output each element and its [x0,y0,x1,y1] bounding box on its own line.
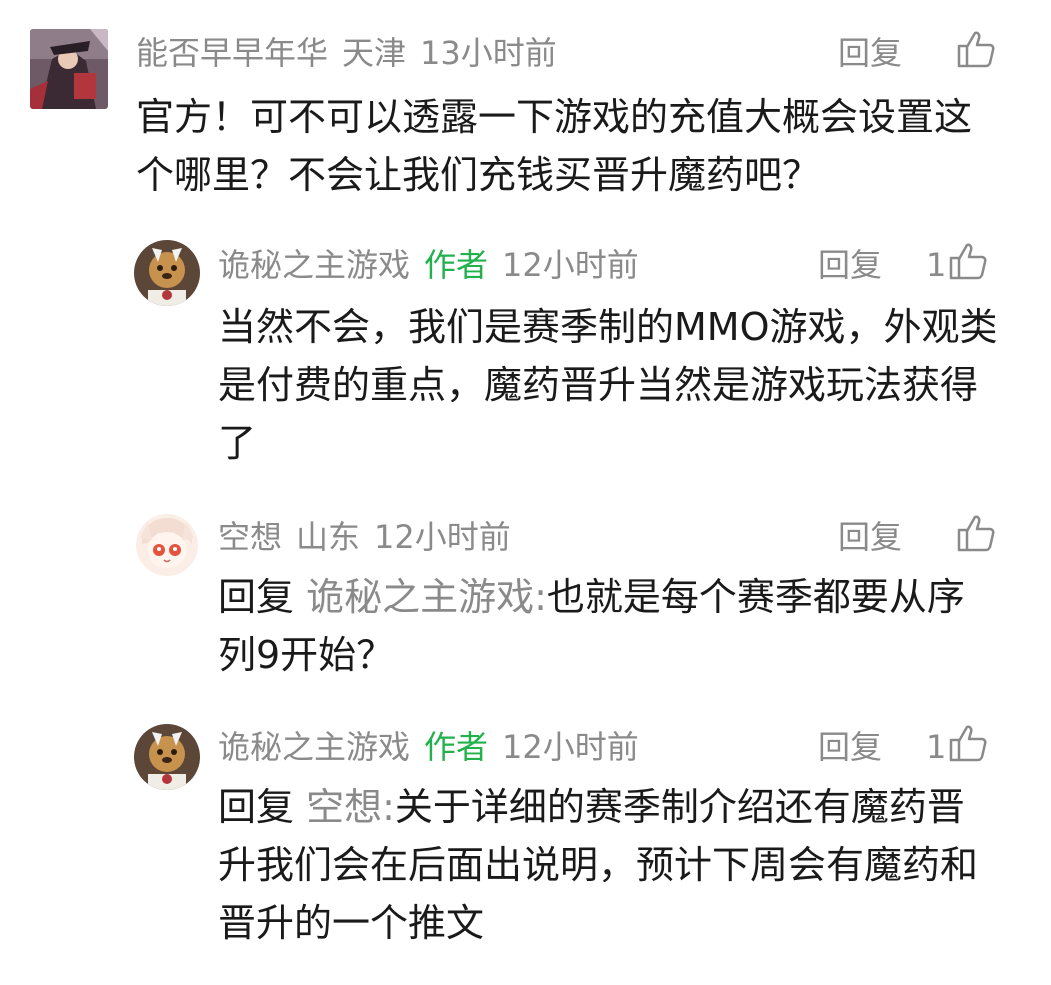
like-count: 1 [926,246,947,284]
reply-target[interactable]: 空想: [306,785,395,829]
comment-text: 回复 诡秘之主游戏:也就是每个赛季都要从序列9开始？ [218,568,998,684]
reply-item: 诡秘之主游戏 作者 12小时前 回复 1 当然不会，我们是赛季制的MMO游戏，外观类… [0,220,1051,496]
thumbs-up-icon [956,513,996,561]
like-button[interactable] [954,28,996,78]
username[interactable]: 能否早早年华 [136,34,328,72]
user-avatar[interactable] [30,29,108,109]
thumbs-up-icon [948,241,988,289]
comment-meta: 诡秘之主游戏 作者 12小时前 [218,722,653,772]
author-tag: 作者 [424,246,489,284]
reply-item: 诡秘之主游戏 作者 12小时前 回复 1 回复 空想:关于详细的赛季制介绍还有魔药晋… [0,706,1051,985]
comment-text: 官方！可不可以透露一下游戏的充值大概会设置这个哪里？不会让我们充钱买晋升魔药吧？ [136,95,973,197]
like-button[interactable]: 1 [926,722,988,772]
timestamp: 12小时前 [374,518,511,556]
username[interactable]: 诡秘之主游戏 [218,246,410,284]
like-button[interactable] [954,512,996,562]
comment-meta: 能否早早年华 天津 13小时前 [136,28,571,78]
timestamp: 12小时前 [502,246,639,284]
reply-button[interactable]: 回复 [838,28,902,78]
comment-meta: 诡秘之主游戏 作者 12小时前 [218,240,653,290]
reply-button[interactable]: 回复 [818,240,882,290]
reply-target[interactable]: 诡秘之主游戏: [306,575,547,619]
timestamp: 12小时前 [502,728,639,766]
timestamp: 13小时前 [420,34,557,72]
comment-text: 回复 空想:关于详细的赛季制介绍还有魔药晋升我们会在后面出说明，预计下周会有魔药… [218,778,998,952]
comment-meta: 空想 山东 12小时前 [218,512,525,562]
reply-prefix: 回复 [218,575,295,619]
author-tag: 作者 [424,728,489,766]
like-count: 1 [926,728,947,766]
author-avatar[interactable] [134,724,200,790]
reply-button[interactable]: 回复 [818,722,882,772]
location: 山东 [296,518,361,556]
reply-button[interactable]: 回复 [838,512,902,562]
comment-text: 当然不会，我们是赛季制的MMO游戏，外观类是付费的重点，魔药晋升当然是游戏玩法获… [218,305,998,465]
thumbs-up-icon [948,723,988,771]
reply-prefix: 回复 [218,785,295,829]
thumbs-up-icon [956,29,996,77]
location: 天津 [342,34,407,72]
like-button[interactable]: 1 [926,240,988,290]
reply-item: 空想 山东 12小时前 回复 回复 诡秘之主游戏:也就是每个赛季都要从序列9开始？ [0,496,1051,706]
author-avatar[interactable] [134,240,200,306]
comment-item: 能否早早年华 天津 13小时前 回复 官方！可不可以透露一下游戏的充值大概会设置这个… [0,0,1051,220]
user-avatar[interactable] [136,514,198,576]
username[interactable]: 空想 [218,518,282,556]
username[interactable]: 诡秘之主游戏 [218,728,410,766]
